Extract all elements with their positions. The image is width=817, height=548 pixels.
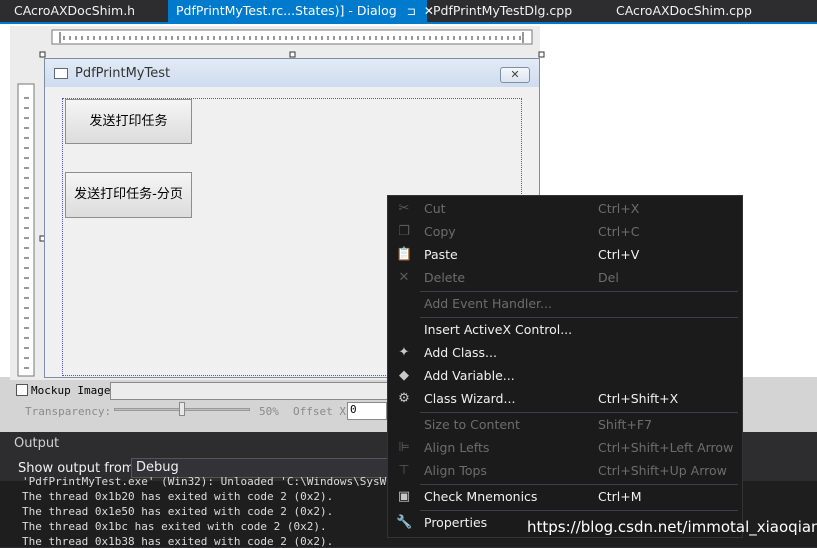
- menu-separator: [420, 317, 738, 318]
- align-tops-icon: ⊤: [398, 463, 410, 478]
- menu-item-shortcut: Ctrl+C: [598, 224, 640, 239]
- menu-item-label: Cut: [424, 201, 446, 216]
- pin-icon[interactable]: ⊐: [407, 5, 416, 18]
- close-icon: ✕: [510, 68, 520, 81]
- menu-item-align-lefts[interactable]: ⊫ Align Lefts Ctrl+Shift+Left Arrow: [388, 437, 741, 459]
- menu-separator: [420, 412, 738, 413]
- menu-separator: [420, 484, 738, 485]
- paste-icon: 📋: [396, 247, 413, 262]
- menu-item-label: Properties: [424, 515, 488, 530]
- class-wizard-icon: ⚙: [398, 391, 410, 406]
- add-variable-icon: ◆: [399, 368, 409, 383]
- copy-icon: ❐: [398, 224, 410, 239]
- menu-item-label: Insert ActiveX Control...: [424, 322, 573, 337]
- tab-pdfprintmytest-rc-dialog[interactable]: PdfPrintMyTest.rc...States)] - Dialog ⊐ ✕: [168, 0, 434, 22]
- menu-item-paste[interactable]: 📋 Paste Ctrl+V: [388, 244, 741, 266]
- offset-x-label: Offset X:: [293, 405, 353, 418]
- add-class-icon: ✦: [398, 345, 410, 360]
- offset-x-input[interactable]: 0: [347, 402, 387, 420]
- menu-item-cut[interactable]: ✂ Cut Ctrl+X: [388, 198, 741, 220]
- align-lefts-icon: ⊫: [398, 440, 410, 455]
- menu-item-shortcut: Ctrl+Shift+X: [598, 391, 679, 406]
- log-line: The thread 0x1b20 has exited with code 2…: [22, 490, 334, 503]
- menu-item-size-to-content[interactable]: Size to Content Shift+F7: [388, 414, 741, 436]
- menu-separator: [420, 291, 738, 292]
- transparency-label: Transparency:: [25, 405, 112, 418]
- menu-item-insert-activex-control[interactable]: Insert ActiveX Control...: [388, 319, 741, 341]
- menu-item-label: Copy: [424, 224, 456, 239]
- mockup-image-bar: Mockup Image: Transparency: 50% Offset X…: [0, 380, 410, 430]
- log-line: The thread 0x1e50 has exited with code 2…: [22, 505, 334, 518]
- mockup-image-checkbox[interactable]: [16, 384, 28, 396]
- mockup-image-label: Mockup Image:: [31, 384, 118, 397]
- mockup-image-path-field[interactable]: [110, 382, 400, 400]
- dialog-title: PdfPrintMyTest: [75, 66, 171, 81]
- delete-icon: ✕: [398, 270, 410, 285]
- menu-item-label: Align Lefts: [424, 440, 490, 455]
- menu-item-copy[interactable]: ❐ Copy Ctrl+C: [388, 221, 741, 243]
- transparency-value: 50%: [259, 405, 279, 418]
- menu-item-class-wizard[interactable]: ⚙ Class Wizard... Ctrl+Shift+X: [388, 388, 741, 410]
- check-mnemonics-icon: ▣: [397, 489, 411, 504]
- log-line: The thread 0x1b38 has exited with code 2…: [22, 535, 334, 548]
- menu-separator: [420, 510, 738, 511]
- menu-item-align-tops[interactable]: ⊤ Align Tops Ctrl+Shift+Up Arrow: [388, 460, 741, 482]
- send-print-job-paged-button[interactable]: 发送打印任务-分页: [65, 172, 192, 218]
- watermark: https://blog.csdn.net/immotal_xiaoqiang: [527, 518, 817, 536]
- menu-item-label: Add Variable...: [424, 368, 515, 383]
- output-panel-title: Output: [14, 436, 60, 451]
- menu-item-delete[interactable]: ✕ Delete Del: [388, 267, 741, 289]
- menu-item-shortcut: Ctrl+V: [598, 247, 640, 262]
- menu-item-check-mnemonics[interactable]: ▣ Check Mnemonics Ctrl+M: [388, 486, 741, 508]
- send-print-job-button[interactable]: 发送打印任务: [65, 99, 192, 144]
- menu-item-shortcut: Ctrl+M: [598, 489, 642, 504]
- menu-item-label: Size to Content: [424, 417, 520, 432]
- tab-label: CAcroAXDocShim.cpp: [616, 3, 752, 18]
- log-line: The thread 0x1bc has exited with code 2 …: [22, 520, 327, 533]
- menu-item-shortcut: Shift+F7: [598, 417, 653, 432]
- wrench-icon: 🔧: [396, 515, 413, 530]
- cut-icon: ✂: [398, 201, 410, 216]
- menu-item-label: Add Class...: [424, 345, 497, 360]
- dialog-app-icon: [54, 68, 68, 79]
- menu-item-add-variable[interactable]: ◆ Add Variable...: [388, 365, 741, 387]
- menu-item-label: Class Wizard...: [424, 391, 516, 406]
- document-tab-bar: CAcroAXDocShim.h PdfPrintMyTest.rc...Sta…: [0, 0, 817, 22]
- tab-label: PdfPrintMyTestDlg.cpp: [433, 3, 573, 18]
- menu-item-shortcut: Del: [598, 270, 619, 285]
- tab-cacroaxdocshim-h[interactable]: CAcroAXDocShim.h: [6, 0, 143, 22]
- menu-item-add-class[interactable]: ✦ Add Class...: [388, 342, 741, 364]
- menu-item-shortcut: Ctrl+Shift+Left Arrow: [598, 440, 734, 455]
- tab-cacroaxdocshim-cpp[interactable]: CAcroAXDocShim.cpp: [608, 0, 760, 22]
- tab-pdfprintmytestdlg-cpp[interactable]: PdfPrintMyTestDlg.cpp: [425, 0, 580, 22]
- dialog-close-button[interactable]: ✕: [500, 67, 530, 83]
- output-source-value: Debug: [136, 460, 179, 475]
- tab-label: CAcroAXDocShim.h: [14, 3, 136, 18]
- tab-label: PdfPrintMyTest.rc...States)] - Dialog: [176, 3, 397, 18]
- menu-item-shortcut: Ctrl+X: [598, 201, 640, 216]
- offset-x-value: 0: [350, 403, 357, 416]
- menu-item-add-event-handler[interactable]: Add Event Handler...: [388, 293, 741, 315]
- transparency-slider-thumb[interactable]: [179, 402, 185, 416]
- menu-item-shortcut: Ctrl+Shift+Up Arrow: [598, 463, 727, 478]
- show-output-from-label: Show output from:: [18, 461, 139, 476]
- menu-item-label: Delete: [424, 270, 466, 285]
- log-line: 'PdfPrintMyTest.exe' (Win32): Unloaded '…: [22, 475, 420, 488]
- menu-item-label: Add Event Handler...: [424, 296, 552, 311]
- menu-item-label: Align Tops: [424, 463, 487, 478]
- menu-item-label: Check Mnemonics: [424, 489, 538, 504]
- menu-item-label: Paste: [424, 247, 458, 262]
